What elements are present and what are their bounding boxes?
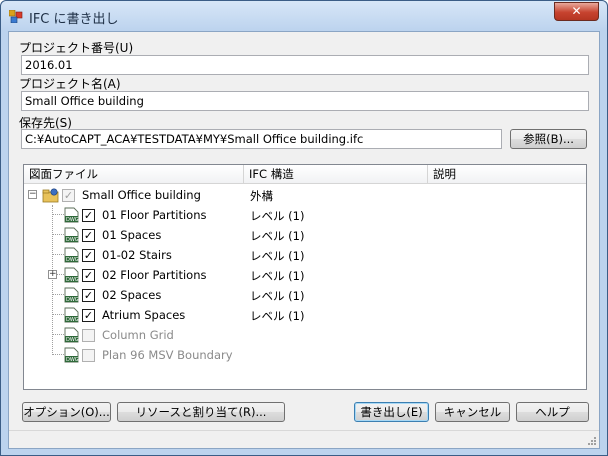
cancel-button[interactable]: キャンセル: [435, 402, 510, 422]
resize-grip-icon[interactable]: [587, 436, 597, 446]
row-name: Atrium Spaces: [102, 308, 186, 322]
window-title: IFC に書き出し: [29, 12, 119, 27]
dwg-file-icon: DWG: [64, 307, 79, 323]
row-name: Plan 96 MSV Boundary: [102, 348, 233, 362]
drawing-file-tree[interactable]: 図面ファイル IFC 構造 説明 − ✓ Small Office buildi…: [23, 164, 587, 390]
row-structure: レベル (1): [250, 209, 305, 223]
project-name-field[interactable]: Small Office building: [21, 91, 589, 111]
row-checkbox: [82, 349, 95, 362]
dwg-file-icon: DWG: [64, 247, 79, 263]
help-button[interactable]: ヘルプ: [516, 402, 589, 422]
column-description[interactable]: 説明: [428, 165, 586, 184]
row-name: 01 Spaces: [102, 228, 162, 242]
tree-row[interactable]: DWG ✓ 01-02 Stairs レベル (1): [24, 245, 584, 265]
dwg-file-icon: DWG: [64, 287, 79, 303]
title-bar[interactable]: IFC に書き出し ✕: [1, 1, 607, 31]
tree-header: 図面ファイル IFC 構造 説明: [24, 165, 586, 184]
column-drawing-file[interactable]: 図面ファイル: [24, 165, 244, 184]
svg-text:DWG: DWG: [66, 217, 79, 223]
tree-row[interactable]: DWG ✓ 01 Floor Partitions レベル (1): [24, 205, 584, 225]
row-checkbox[interactable]: ✓: [82, 229, 95, 242]
export-ifc-dialog: IFC に書き出し ✕ プロジェクト番号(U) 2016.01 プロジェクト名(…: [0, 0, 608, 456]
root-structure: 外構: [250, 189, 273, 203]
row-checkbox: [82, 329, 95, 342]
project-folder-icon: [42, 188, 59, 203]
tree-row[interactable]: DWG ✓ 01 Spaces レベル (1): [24, 225, 584, 245]
svg-text:DWG: DWG: [66, 357, 79, 363]
tree-row[interactable]: DWG ✓ Atrium Spaces レベル (1): [24, 305, 584, 325]
collapse-icon[interactable]: −: [28, 190, 37, 199]
tree-root-row[interactable]: − ✓ Small Office building 外構: [24, 185, 584, 205]
browse-button[interactable]: 参照(B)...: [510, 129, 587, 149]
status-bar: [9, 430, 599, 448]
dialog-body: プロジェクト番号(U) 2016.01 プロジェクト名(A) Small Off…: [8, 31, 600, 449]
svg-text:DWG: DWG: [66, 257, 79, 263]
row-name: 01-02 Stairs: [102, 248, 172, 262]
resources-button[interactable]: リソースと割り当て(R)...: [117, 402, 285, 422]
row-structure: レベル (1): [250, 249, 305, 263]
project-name-label: プロジェクト名(A): [19, 77, 121, 91]
tree-row[interactable]: + DWG ✓ 02 Floor Partitions レベル (1): [24, 265, 584, 285]
row-name: 02 Spaces: [102, 288, 162, 302]
close-button[interactable]: ✕: [554, 2, 599, 21]
svg-text:DWG: DWG: [66, 297, 79, 303]
svg-text:DWG: DWG: [66, 337, 79, 343]
dwg-file-icon: DWG: [64, 227, 79, 243]
project-number-label: プロジェクト番号(U): [19, 41, 134, 55]
dwg-file-icon: DWG: [64, 347, 79, 363]
root-name: Small Office building: [82, 188, 201, 202]
expand-icon[interactable]: +: [48, 270, 57, 279]
tree-row[interactable]: DWG ✓ 02 Spaces レベル (1): [24, 285, 584, 305]
row-checkbox[interactable]: ✓: [82, 269, 95, 282]
row-structure: レベル (1): [250, 289, 305, 303]
row-checkbox[interactable]: ✓: [82, 209, 95, 222]
tree-row-disabled: DWG Column Grid: [24, 325, 584, 345]
save-path-field[interactable]: C:¥AutoCAPT_ACA¥TESTDATA¥MY¥Small Office…: [21, 129, 502, 149]
svg-text:DWG: DWG: [66, 317, 79, 323]
column-ifc-structure[interactable]: IFC 構造: [244, 165, 428, 184]
dwg-file-icon: DWG: [64, 267, 79, 283]
svg-text:DWG: DWG: [66, 277, 79, 283]
export-button[interactable]: 書き出し(E): [354, 402, 429, 422]
row-checkbox[interactable]: ✓: [82, 289, 95, 302]
root-checkbox[interactable]: ✓: [62, 189, 75, 202]
row-structure: レベル (1): [250, 309, 305, 323]
row-checkbox[interactable]: ✓: [82, 309, 95, 322]
row-checkbox[interactable]: ✓: [82, 249, 95, 262]
app-icon: [9, 10, 23, 23]
row-name: 02 Floor Partitions: [102, 268, 207, 282]
dwg-file-icon: DWG: [64, 327, 79, 343]
svg-text:DWG: DWG: [66, 237, 79, 243]
row-structure: レベル (1): [250, 229, 305, 243]
project-number-field[interactable]: 2016.01: [21, 55, 589, 75]
dwg-file-icon: DWG: [64, 207, 79, 223]
tree-row-disabled: DWG Plan 96 MSV Boundary: [24, 345, 584, 365]
row-structure: レベル (1): [250, 269, 305, 283]
row-name: Column Grid: [102, 328, 174, 342]
row-name: 01 Floor Partitions: [102, 208, 207, 222]
options-button[interactable]: オプション(O)...: [22, 402, 111, 422]
